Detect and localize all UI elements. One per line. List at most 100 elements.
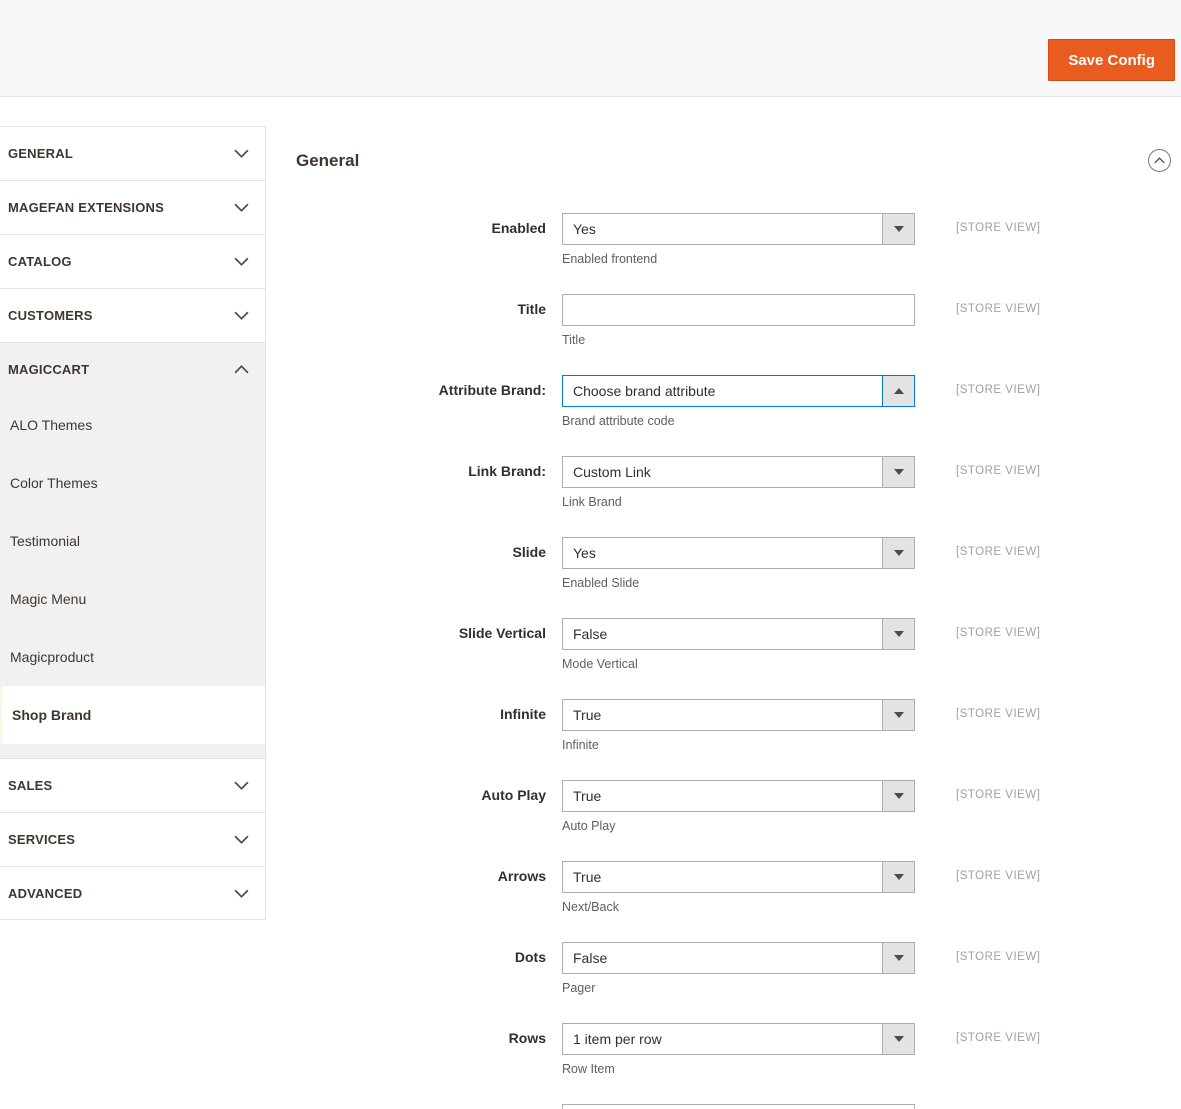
- sidebar-item-magic-menu[interactable]: Magic Menu: [0, 570, 265, 628]
- sidebar-section-magiccart[interactable]: MAGICCART: [0, 342, 265, 396]
- sidebar-item-alo-themes[interactable]: ALO Themes: [0, 396, 265, 454]
- section-title: General: [296, 150, 360, 170]
- form-field-row: Infinite True Infinite [STORE VIEW]: [296, 699, 1173, 754]
- select-arrow-icon: [882, 457, 914, 487]
- sidebar-section-advanced[interactable]: ADVANCED: [0, 866, 265, 920]
- field-select-enabled[interactable]: Yes: [562, 213, 915, 245]
- form-field-row: Attribute Brand: Choose brand attribute …: [296, 375, 1173, 430]
- field-select-attribute-brand[interactable]: Choose brand attribute: [562, 375, 915, 407]
- chevron-down-icon: [234, 781, 249, 790]
- scope-label: [STORE VIEW]: [956, 465, 1041, 477]
- chevron-down-icon: [234, 257, 249, 266]
- select-arrow-icon: [882, 376, 914, 406]
- select-arrow-icon: [882, 862, 914, 892]
- select-value: False: [573, 950, 608, 966]
- form-field-row: Slide Vertical False Mode Vertical [STOR…: [296, 618, 1173, 673]
- field-label: Enabled: [491, 220, 546, 236]
- select-arrow-icon: [882, 1024, 914, 1054]
- sidebar-section-general[interactable]: GENERAL: [0, 126, 265, 180]
- sidebar-item-testimonial[interactable]: Testimonial: [0, 512, 265, 570]
- sidebar-section-catalog[interactable]: CATALOG: [0, 234, 265, 288]
- form-field-row: Dots False Pager [STORE VIEW]: [296, 942, 1173, 997]
- select-value: True: [573, 869, 602, 885]
- scope-label: [STORE VIEW]: [956, 1032, 1041, 1044]
- sidebar-section-label: MAGEFAN EXTENSIONS: [8, 200, 165, 215]
- field-select-slide[interactable]: Yes: [562, 537, 915, 569]
- field-select-link-brand[interactable]: Custom Link: [562, 456, 915, 488]
- sidebar-subitem-label: Shop Brand: [12, 707, 92, 723]
- sidebar-section-label: GENERAL: [8, 146, 73, 161]
- form-field-row: Link Brand: Custom Link Link Brand [STOR…: [296, 456, 1173, 511]
- select-value: Yes: [573, 221, 596, 237]
- sidebar-item-magicproduct[interactable]: Magicproduct: [0, 628, 265, 686]
- select-arrow-icon: [882, 943, 914, 973]
- field-input-title[interactable]: [562, 294, 915, 326]
- sidebar-section-customers[interactable]: CUSTOMERS: [0, 288, 265, 342]
- sidebar-subitem-label: ALO Themes: [10, 417, 93, 433]
- save-config-button[interactable]: Save Config: [1048, 39, 1175, 81]
- sidebar-section-label: MAGICCART: [8, 362, 90, 377]
- field-select-slide-vertical[interactable]: False: [562, 618, 915, 650]
- field-note: Enabled Slide: [562, 576, 640, 590]
- config-nav-sidebar: GENERAL MAGEFAN EXTENSIONS CATALOG CUSTO…: [0, 126, 266, 920]
- chevron-up-icon: [1154, 157, 1165, 164]
- field-label: Infinite: [500, 706, 546, 722]
- sidebar-section-label: SERVICES: [8, 832, 76, 847]
- sidebar-section-sales[interactable]: SALES: [0, 758, 265, 812]
- select-value: Custom Link: [573, 464, 651, 480]
- select-value: 1 item per row: [573, 1031, 662, 1047]
- form-field-row: Title Title [STORE VIEW]: [296, 294, 1173, 349]
- sidebar-section-magefan-extensions[interactable]: MAGEFAN EXTENSIONS: [0, 180, 265, 234]
- sidebar-section-services[interactable]: SERVICES: [0, 812, 265, 866]
- field-note: Enabled frontend: [562, 252, 658, 266]
- scope-label: [STORE VIEW]: [956, 303, 1041, 315]
- sidebar-item-color-themes[interactable]: Color Themes: [0, 454, 265, 512]
- scope-label: [STORE VIEW]: [956, 870, 1041, 882]
- field-label: Arrows: [497, 868, 546, 884]
- form-field-row: Enabled Yes Enabled frontend [STORE VIEW…: [296, 213, 1173, 268]
- select-value: False: [573, 626, 608, 642]
- select-arrow-icon: [882, 781, 914, 811]
- config-fields: Enabled Yes Enabled frontend [STORE VIEW…: [296, 213, 1173, 1078]
- sidebar-item-shop-brand[interactable]: Shop Brand: [0, 686, 265, 744]
- page-body: GENERAL MAGEFAN EXTENSIONS CATALOG CUSTO…: [0, 97, 1181, 1109]
- config-main-panel: General Enabled Yes Enabled frontend [ST…: [266, 97, 1181, 1109]
- field-select-infinite[interactable]: True: [562, 699, 915, 731]
- field-label: Title: [517, 301, 546, 317]
- field-select-arrows[interactable]: True: [562, 861, 915, 893]
- scope-label: [STORE VIEW]: [956, 546, 1041, 558]
- scope-label: [STORE VIEW]: [956, 222, 1041, 234]
- form-field-row: Arrows True Next/Back [STORE VIEW]: [296, 861, 1173, 916]
- field-label: Link Brand:: [468, 463, 546, 479]
- chevron-down-icon: [234, 311, 249, 320]
- field-note: Link Brand: [562, 495, 622, 509]
- select-value: True: [573, 707, 602, 723]
- select-value: Yes: [573, 545, 596, 561]
- field-label: Slide Vertical: [458, 625, 546, 641]
- field-select-auto-play[interactable]: True: [562, 780, 915, 812]
- field-note: Mode Vertical: [562, 657, 638, 671]
- sidebar-section-label: CATALOG: [8, 254, 72, 269]
- field-select-dots[interactable]: False: [562, 942, 915, 974]
- form-field-row: Auto Play True Auto Play [STORE VIEW]: [296, 780, 1173, 835]
- next-field-partial-input[interactable]: [562, 1104, 915, 1109]
- sidebar-subitem-label: Magic Menu: [10, 591, 87, 607]
- field-note: Next/Back: [562, 900, 619, 914]
- sidebar-section-label: CUSTOMERS: [8, 308, 93, 323]
- chevron-down-icon: [234, 203, 249, 212]
- section-header: General: [296, 149, 1173, 172]
- scope-label: [STORE VIEW]: [956, 627, 1041, 639]
- field-label: Attribute Brand:: [438, 382, 546, 398]
- field-note: Brand attribute code: [562, 414, 675, 428]
- select-value: Choose brand attribute: [573, 383, 716, 399]
- sidebar-submenu: ALO Themes Color Themes Testimonial Magi…: [0, 396, 265, 758]
- scope-label: [STORE VIEW]: [956, 384, 1041, 396]
- select-arrow-icon: [882, 619, 914, 649]
- collapse-section-button[interactable]: [1148, 149, 1171, 172]
- chevron-down-icon: [234, 149, 249, 158]
- form-field-row: Slide Yes Enabled Slide [STORE VIEW]: [296, 537, 1173, 592]
- field-select-rows[interactable]: 1 item per row: [562, 1023, 915, 1055]
- field-label: Rows: [508, 1030, 546, 1046]
- field-label: Dots: [514, 949, 546, 965]
- scope-label: [STORE VIEW]: [956, 708, 1041, 720]
